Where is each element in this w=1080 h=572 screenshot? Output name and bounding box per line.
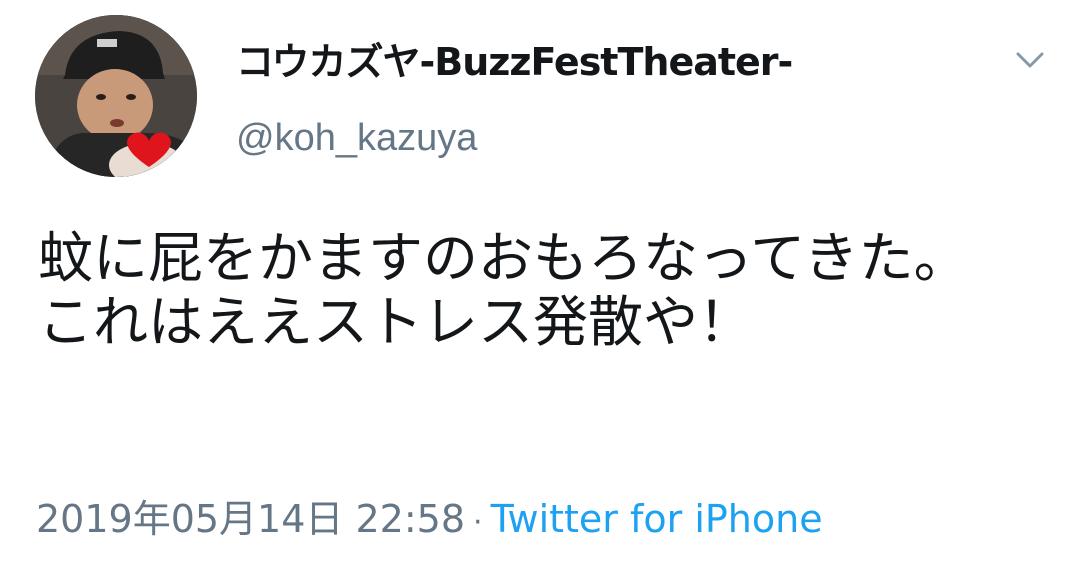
- author-handle[interactable]: @koh_kazuya: [236, 114, 477, 162]
- author-avatar[interactable]: [35, 15, 197, 177]
- tweet-meta: 2019年05月14日 22:58 · Twitter for iPhone: [36, 493, 823, 549]
- tweet-source-link[interactable]: Twitter for iPhone: [491, 497, 823, 541]
- chevron-down-icon[interactable]: [1010, 44, 1050, 76]
- meta-separator: ·: [473, 505, 483, 540]
- tweet-timestamp[interactable]: 2019年05月14日 22:58: [36, 497, 465, 541]
- tweet-text: 蚊に屁をかますのおもろなってきた。 これはええストレス発散や！: [38, 226, 969, 354]
- avatar-photo: [35, 15, 197, 177]
- author-display-name[interactable]: コウカズヤ-BuzzFestTheater-: [236, 36, 793, 88]
